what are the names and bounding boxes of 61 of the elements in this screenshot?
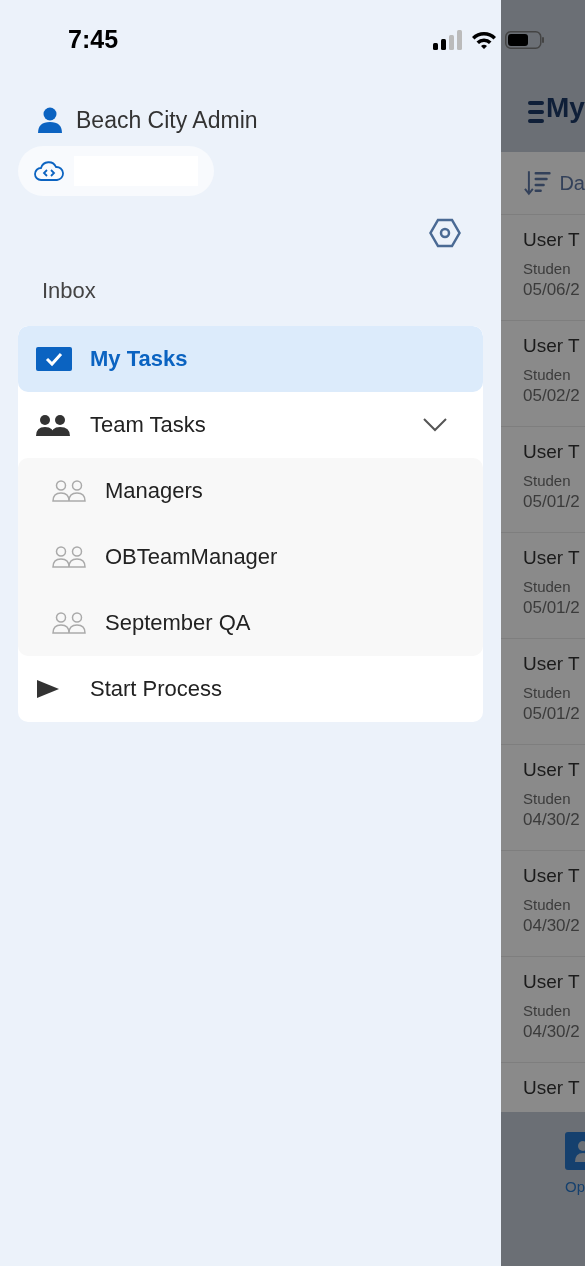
task-row[interactable]: User T Studen 05/01/2 [501,533,585,639]
task-title: User T [523,441,581,464]
task-title: User T [523,653,581,676]
task-date: 05/01/2 [523,704,581,724]
people-outline-icon [52,480,86,502]
task-title: User T [523,865,581,888]
wifi-icon [471,30,497,50]
sort-icon[interactable] [524,170,552,196]
task-subtitle: Studen [523,790,572,807]
signal-icon [433,30,463,50]
task-row[interactable]: User T Studen 05/01/2 [501,639,585,745]
task-date: 05/01/2 [523,492,581,512]
task-date: 05/06/2 [523,280,581,300]
task-title: User T [523,335,581,358]
screen-title: My [546,92,585,124]
battery-icon [505,30,545,50]
cloud-icon [34,161,64,181]
user-icon [38,107,62,133]
task-date: 04/30/2 [523,810,581,830]
task-subtitle: Studen [523,896,572,913]
task-subtitle: Studen [523,578,572,595]
task-date: 05/02/2 [523,386,581,406]
task-title: User T [523,1077,581,1100]
status-time: 7:45 [68,24,120,54]
task-subtitle: Studen [523,684,572,701]
submenu-item[interactable]: September QA [18,590,483,656]
settings-icon[interactable] [429,218,461,248]
menu-icon[interactable] [528,100,544,124]
people-icon [36,414,70,436]
person-tab-icon[interactable] [565,1132,585,1170]
play-icon [36,679,60,699]
submenu-item[interactable]: Managers [18,458,483,524]
task-subtitle: Studen [523,366,572,383]
server-selector[interactable] [18,146,214,196]
task-title: User T [523,547,581,570]
task-title: User T [523,229,581,252]
inbox-heading: Inbox [41,278,97,304]
task-row[interactable]: User T Studen 04/30/2 [501,851,585,957]
task-title: User T [523,971,581,994]
checkbox-icon [36,347,72,371]
task-row[interactable]: User T Studen 04/30/2 [501,745,585,851]
user-name: Beach City Admin [76,106,258,134]
task-subtitle: Studen [523,472,572,489]
sort-label[interactable]: Da [559,171,585,195]
task-subtitle: Studen [523,260,572,277]
chevron-icon[interactable] [423,418,447,432]
task-row[interactable]: User T Studen 05/06/2 [501,215,585,321]
task-row[interactable]: User T Studen 05/01/2 [501,427,585,533]
task-row[interactable]: User T Studen 04/30/2 [501,957,585,1063]
task-subtitle: Studen [523,1002,572,1019]
menu-item[interactable]: Start Process [18,656,483,722]
task-date: 04/30/2 [523,1022,581,1042]
submenu-item[interactable]: OBTeamManager [18,524,483,590]
menu-item[interactable]: Team Tasks [18,392,483,458]
people-outline-icon [52,546,86,568]
task-title: User T [523,759,581,782]
people-outline-icon [52,612,86,634]
task-date: 04/30/2 [523,916,581,936]
task-row[interactable]: User T Studen 05/02/2 [501,321,585,427]
task-date: 05/01/2 [523,598,581,618]
menu-item[interactable]: My Tasks [18,326,483,392]
